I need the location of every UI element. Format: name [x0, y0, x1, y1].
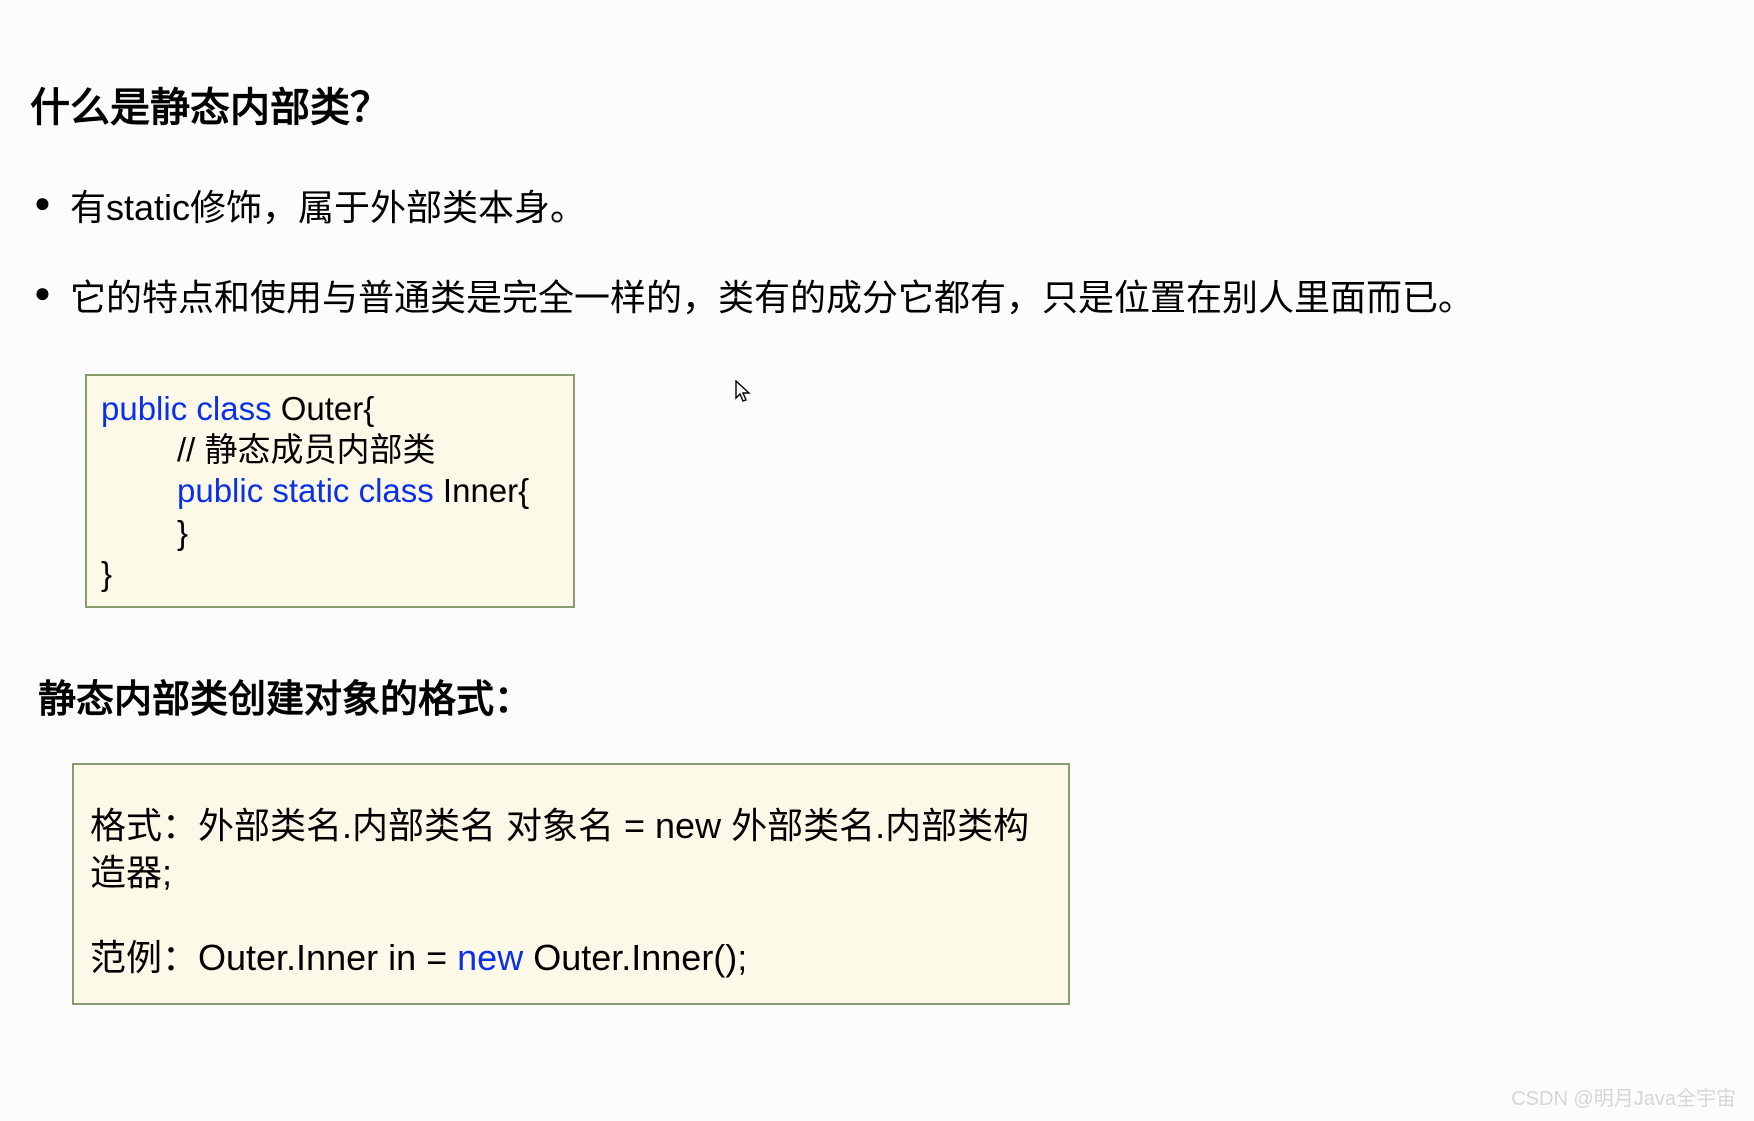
- code-text: 范例：Outer.Inner in =: [90, 937, 457, 978]
- bullet-item: 它的特点和使用与普通类是完全一样的，类有的成分它都有，只是位置在别人里面而已。: [30, 273, 1724, 323]
- code-brace: }: [101, 512, 559, 553]
- bullet-list: 有static修饰，属于外部类本身。 它的特点和使用与普通类是完全一样的，类有的…: [30, 183, 1724, 324]
- code-block-format: 格式：外部类名.内部类名 对象名 = new 外部类名.内部类构造器; 范例：O…: [72, 763, 1070, 1005]
- code-comment: // 静态成员内部类: [101, 429, 559, 470]
- heading-2: 静态内部类创建对象的格式：: [38, 668, 1724, 723]
- code-line: public static class Inner{: [101, 470, 559, 511]
- format-row: 格式：外部类名.内部类名 对象名 = new 外部类名.内部类构造器;: [90, 803, 1052, 897]
- cursor-icon: [735, 380, 753, 404]
- code-block-outer-inner: public class Outer{ // 静态成员内部类 public st…: [85, 374, 575, 608]
- keyword: new: [457, 937, 523, 978]
- example-row: 范例：Outer.Inner in = new Outer.Inner();: [90, 935, 1052, 982]
- heading-1: 什么是静态内部类？: [30, 75, 1724, 133]
- code-text: Inner{: [434, 472, 529, 509]
- bullet-item: 有static修饰，属于外部类本身。: [30, 183, 1724, 233]
- watermark: CSDN @明月Java全宇宙: [1511, 1082, 1736, 1111]
- keyword: public class: [101, 390, 272, 427]
- code-text: Outer.Inner();: [523, 937, 747, 978]
- code-text: Outer{: [272, 390, 375, 427]
- code-brace: }: [101, 555, 112, 592]
- keyword: public static class: [177, 472, 434, 509]
